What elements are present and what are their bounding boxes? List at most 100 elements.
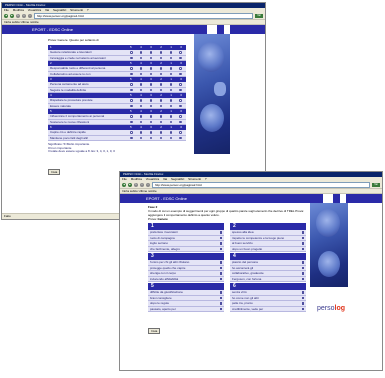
word-checkbox[interactable]: [301, 296, 304, 299]
rating-radio[interactable]: [149, 51, 153, 54]
rating-radio[interactable]: [179, 136, 182, 139]
rating-radio[interactable]: [130, 56, 133, 59]
rating-radio[interactable]: [179, 56, 182, 59]
submit-button[interactable]: Invia: [48, 168, 61, 175]
forward-icon[interactable]: ▶: [128, 182, 132, 187]
menu-help[interactable]: ?: [205, 177, 207, 181]
word-checkbox[interactable]: [301, 272, 304, 275]
rating-radio[interactable]: [159, 104, 163, 107]
rating-radio[interactable]: [159, 56, 163, 59]
rating-radio[interactable]: [179, 131, 182, 134]
stop-icon[interactable]: ✕: [22, 13, 26, 18]
menu-go[interactable]: Vai: [163, 177, 167, 181]
rating-radio[interactable]: [139, 99, 143, 102]
rating-radio[interactable]: [130, 131, 133, 134]
rating-radio[interactable]: [130, 67, 133, 70]
menu-file[interactable]: File: [122, 177, 127, 181]
rating-radio[interactable]: [169, 115, 173, 118]
word-checkbox[interactable]: [219, 236, 222, 239]
rating-radio[interactable]: [149, 120, 153, 123]
rating-radio[interactable]: [130, 120, 133, 123]
rating-radio[interactable]: [149, 99, 153, 102]
rating-radio[interactable]: [139, 67, 143, 70]
rating-radio[interactable]: [169, 104, 173, 107]
word-checkbox[interactable]: [219, 247, 222, 250]
reload-icon[interactable]: ↻: [134, 182, 138, 187]
go-button[interactable]: Vai: [255, 13, 263, 18]
menu-bookmarks[interactable]: Segnalibri: [171, 177, 184, 181]
rating-radio[interactable]: [169, 136, 173, 139]
rating-radio[interactable]: [169, 67, 173, 70]
word-checkbox[interactable]: [301, 307, 304, 310]
word-option[interactable]: inducendo affidabilità: [148, 276, 224, 282]
menu-file[interactable]: File: [4, 8, 9, 12]
rating-radio[interactable]: [159, 67, 163, 70]
rating-radio[interactable]: [159, 88, 163, 91]
rating-radio[interactable]: [149, 136, 153, 139]
word-option[interactable]: che facilmente, allegro: [148, 246, 224, 252]
rating-radio[interactable]: [149, 83, 153, 86]
rating-radio[interactable]: [139, 88, 143, 91]
word-checkbox[interactable]: [219, 296, 222, 299]
rating-radio[interactable]: [139, 120, 143, 123]
rating-radio[interactable]: [169, 72, 173, 75]
address-input[interactable]: http://www.persoc.org/pagina2.html: [152, 181, 370, 188]
word-option[interactable]: credibilmente, vede per: [230, 306, 306, 312]
back-icon[interactable]: ◀: [4, 13, 8, 18]
rating-radio[interactable]: [130, 99, 133, 102]
rating-radio[interactable]: [179, 88, 182, 91]
menu-bookmarks[interactable]: Segnalibri: [53, 8, 66, 12]
rating-radio[interactable]: [139, 136, 143, 139]
word-checkbox[interactable]: [301, 277, 304, 280]
rating-radio[interactable]: [169, 51, 173, 54]
back-icon[interactable]: ◀: [122, 182, 126, 187]
rating-radio[interactable]: [179, 120, 182, 123]
rating-radio[interactable]: [130, 83, 133, 86]
word-option[interactable]: passato, aperto per: [148, 306, 224, 312]
address-input[interactable]: http://www.persoc.org/pagina1.html: [34, 12, 253, 19]
rating-radio[interactable]: [179, 67, 182, 70]
word-option[interactable]: Ferguson, con fortuna: [230, 276, 306, 282]
rating-radio[interactable]: [159, 99, 163, 102]
rating-radio[interactable]: [130, 136, 133, 139]
rating-radio[interactable]: [139, 72, 143, 75]
home-icon[interactable]: ⌂: [146, 182, 150, 187]
rating-radio[interactable]: [169, 131, 173, 134]
menu-go[interactable]: Vai: [45, 8, 49, 12]
rating-radio[interactable]: [139, 131, 143, 134]
rating-radio[interactable]: [179, 83, 182, 86]
rating-radio[interactable]: [130, 72, 133, 75]
word-checkbox[interactable]: [301, 261, 304, 264]
rating-radio[interactable]: [139, 83, 143, 86]
rating-radio[interactable]: [149, 72, 153, 75]
menu-view[interactable]: Visualizza: [146, 177, 159, 181]
word-checkbox[interactable]: [219, 231, 222, 234]
word-checkbox[interactable]: [219, 242, 222, 245]
submit-button[interactable]: Invia: [148, 328, 161, 334]
word-checkbox[interactable]: [219, 277, 222, 280]
rating-radio[interactable]: [159, 72, 163, 75]
rating-radio[interactable]: [130, 115, 133, 118]
rating-radio[interactable]: [159, 131, 163, 134]
word-checkbox[interactable]: [219, 302, 222, 305]
rating-radio[interactable]: [149, 131, 153, 134]
word-checkbox[interactable]: [301, 247, 304, 250]
rating-radio[interactable]: [139, 56, 143, 59]
menu-help[interactable]: ?: [87, 8, 89, 12]
word-checkbox[interactable]: [219, 266, 222, 269]
rating-radio[interactable]: [149, 115, 153, 118]
rating-radio[interactable]: [159, 83, 163, 86]
word-checkbox[interactable]: [219, 307, 222, 310]
rating-radio[interactable]: [149, 104, 153, 107]
menu-edit[interactable]: Modifica: [131, 177, 142, 181]
word-checkbox[interactable]: [301, 302, 304, 305]
menu-edit[interactable]: Modifica: [13, 8, 24, 12]
rating-radio[interactable]: [169, 120, 173, 123]
menu-tools[interactable]: Strumenti: [188, 177, 201, 181]
home-icon[interactable]: ⌂: [28, 13, 32, 18]
rating-radio[interactable]: [179, 51, 182, 54]
rating-radio[interactable]: [139, 104, 143, 107]
rating-radio[interactable]: [130, 51, 133, 54]
rating-radio[interactable]: [149, 56, 153, 59]
word-checkbox[interactable]: [301, 291, 304, 294]
